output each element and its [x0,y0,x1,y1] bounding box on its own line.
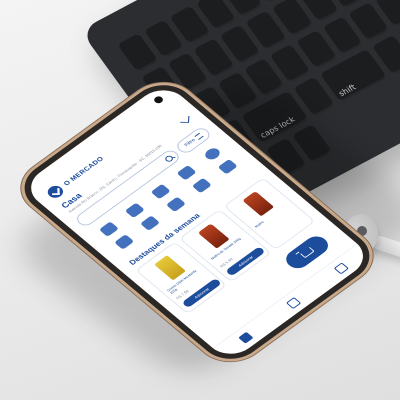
category-label [140,215,143,217]
product-image [242,191,274,217]
category-label [233,171,236,173]
category-label [181,209,184,211]
pantry-icon [165,196,186,213]
more-icon [202,146,223,162]
fish-icon [124,202,145,219]
orders-tab-icon[interactable] [285,297,302,310]
category-label [207,190,210,192]
cart-icon [299,246,315,258]
category-label [155,227,158,229]
fruits-icon [150,183,171,200]
product-image [154,255,186,281]
dairy-icon [98,221,119,237]
frozen-icon [217,158,238,175]
filter-label: Filtro [183,137,197,148]
home-tab-icon[interactable] [237,331,254,344]
cleaning-icon [140,215,161,231]
profile-tab-icon[interactable] [333,262,350,275]
category-label [114,233,117,235]
bakery-icon [176,164,197,181]
meat-icon [114,234,135,250]
category-label [129,246,132,248]
category-label [218,158,221,160]
search-icon [163,154,175,163]
drinks-icon [191,177,212,194]
category-label [166,196,169,198]
photo-scene: caps lockshiftcommand O MERCADO Casa Ave… [0,0,400,400]
keyboard-key-label: shift [336,82,358,98]
product-image [198,223,230,249]
chevron-down-icon[interactable] [180,115,190,123]
category-label [192,177,195,179]
